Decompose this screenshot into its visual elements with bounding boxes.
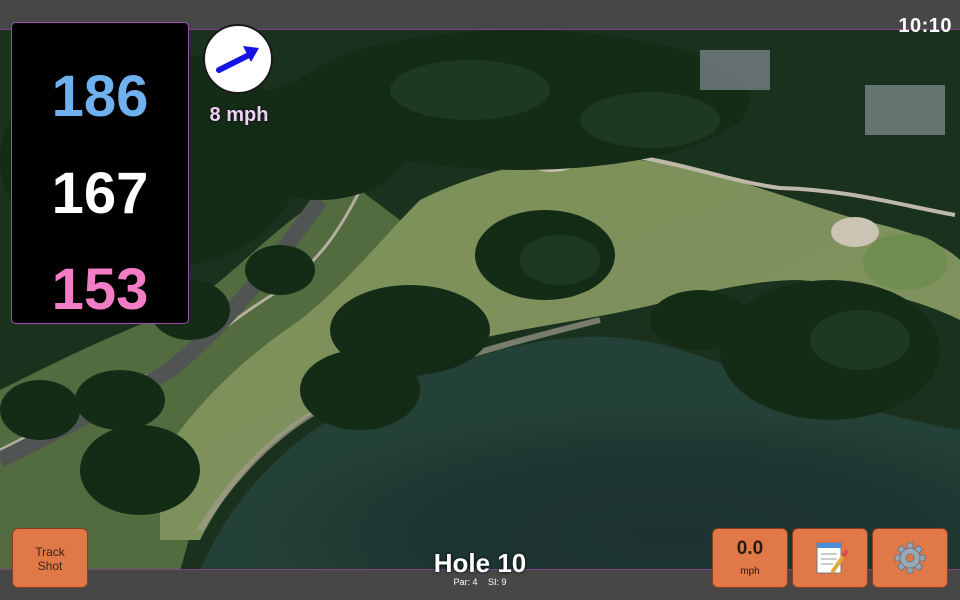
notes-button[interactable]: [792, 528, 868, 588]
gear-icon: [894, 542, 926, 574]
distance-front: 153: [51, 257, 149, 322]
track-shot-button[interactable]: Track Shot: [12, 528, 88, 588]
notepad-icon: [816, 542, 848, 574]
hole-title: Hole 10: [433, 548, 527, 578]
distance-middle: 167: [51, 161, 149, 226]
hole-stroke-index: SI: 9: [488, 577, 507, 587]
hole-details: Par: 4 SI: 9: [380, 577, 580, 588]
golf-gps-screen: 10:10 186 167 153 8 mph Track Shot Hole …: [0, 0, 960, 600]
speed-button[interactable]: 0.0 mph: [712, 528, 788, 588]
speed-value: 0.0: [736, 538, 764, 559]
wind-speed: 8 mph: [209, 104, 269, 126]
track-shot-label-line1: Track: [35, 545, 65, 559]
hole-par: Par: 4: [453, 577, 478, 587]
speed-unit: mph: [740, 566, 760, 577]
status-time: 10:10: [898, 15, 952, 37]
track-shot-label-line2: Shot: [37, 559, 63, 573]
distance-panel: 186 167 153: [11, 22, 189, 324]
wind-arrow-icon: [216, 46, 259, 73]
settings-button[interactable]: [872, 528, 948, 588]
wind-direction-indicator: [203, 24, 273, 94]
distance-back: 186: [51, 64, 149, 129]
